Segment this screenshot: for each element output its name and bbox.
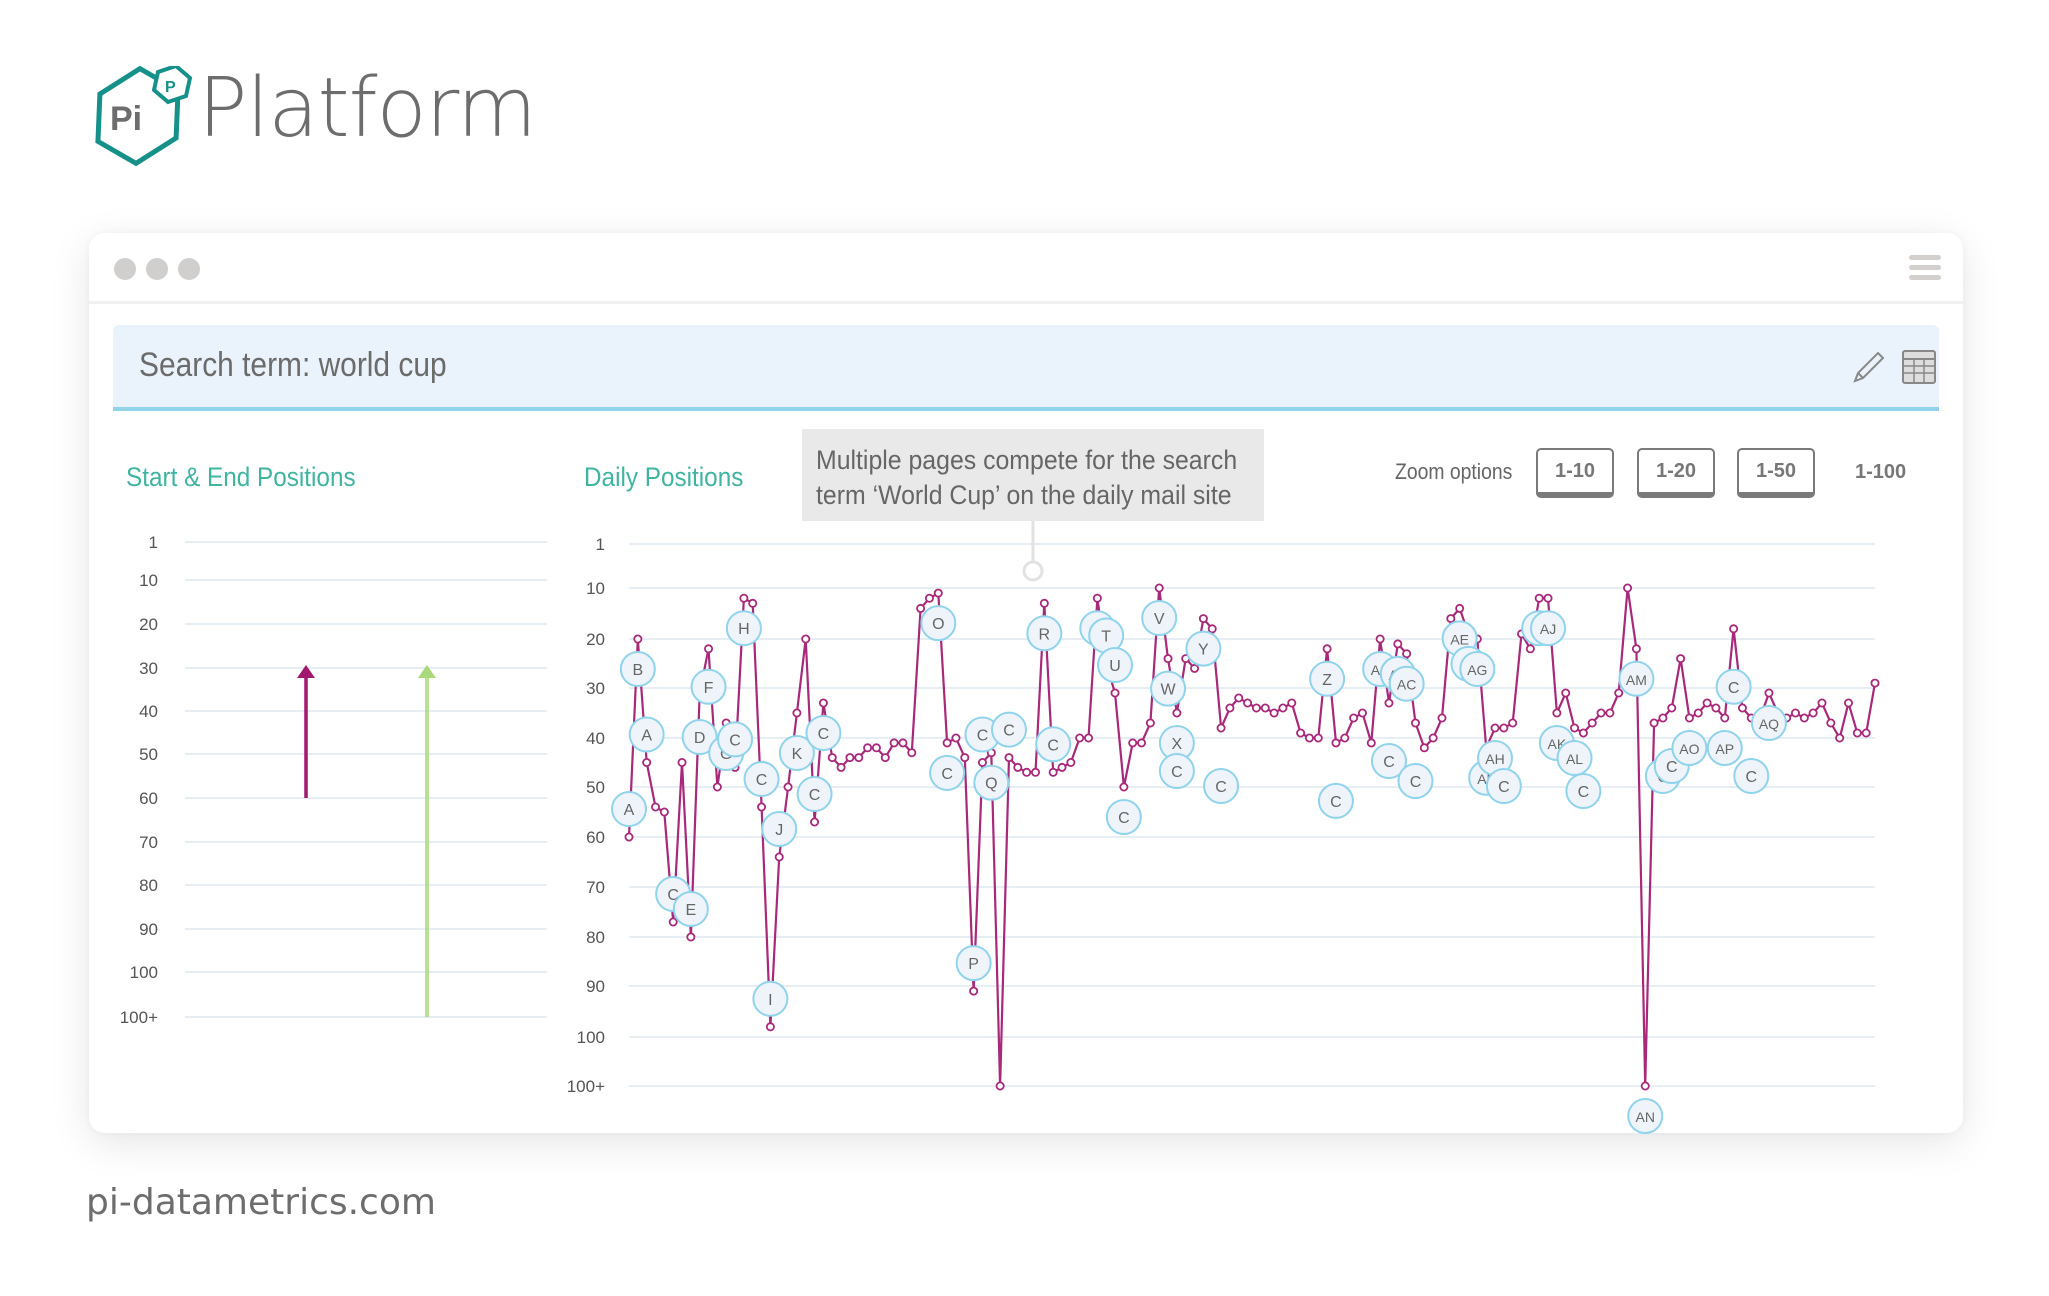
search-term-bar: Search term: world cup bbox=[113, 325, 1939, 411]
footer-url[interactable]: pi-datametrics.com bbox=[86, 1182, 436, 1223]
pencil-icon[interactable] bbox=[1849, 347, 1889, 387]
logo-big-letters: Pi bbox=[110, 100, 142, 138]
window-controls bbox=[114, 258, 200, 280]
brand-name: Platform bbox=[198, 61, 537, 156]
logo-small-letter: P bbox=[165, 79, 176, 96]
zoom-button-1-20[interactable]: 1-20 bbox=[1637, 448, 1715, 498]
window-titlebar bbox=[89, 233, 1963, 304]
annotation-tooltip: Multiple pages compete for the search te… bbox=[802, 429, 1264, 521]
window-dot-minimize[interactable] bbox=[146, 258, 168, 280]
start-end-title: Start & End Positions bbox=[126, 462, 356, 492]
zoom-button-1-50[interactable]: 1-50 bbox=[1737, 448, 1815, 498]
hamburger-icon[interactable] bbox=[1909, 255, 1941, 281]
annotation-line-2: term ‘World Cup’ on the daily mail site bbox=[816, 480, 1232, 510]
window-dot-maximize[interactable] bbox=[178, 258, 200, 280]
zoom-button-1-100[interactable]: 1-100 bbox=[1855, 461, 1906, 484]
window-card: Search term: world cup bbox=[89, 233, 1963, 1133]
table-icon[interactable] bbox=[1899, 347, 1939, 387]
zoom-button-1-10[interactable]: 1-10 bbox=[1536, 448, 1614, 498]
zoom-options-label: Zoom options bbox=[1395, 459, 1513, 484]
window-dot-close[interactable] bbox=[114, 258, 136, 280]
pi-logo: Pi P bbox=[95, 66, 193, 167]
daily-positions-title: Daily Positions bbox=[584, 462, 744, 492]
search-term-label: Search term: world cup bbox=[139, 346, 447, 384]
annotation-line-1: Multiple pages compete for the search bbox=[816, 445, 1238, 475]
